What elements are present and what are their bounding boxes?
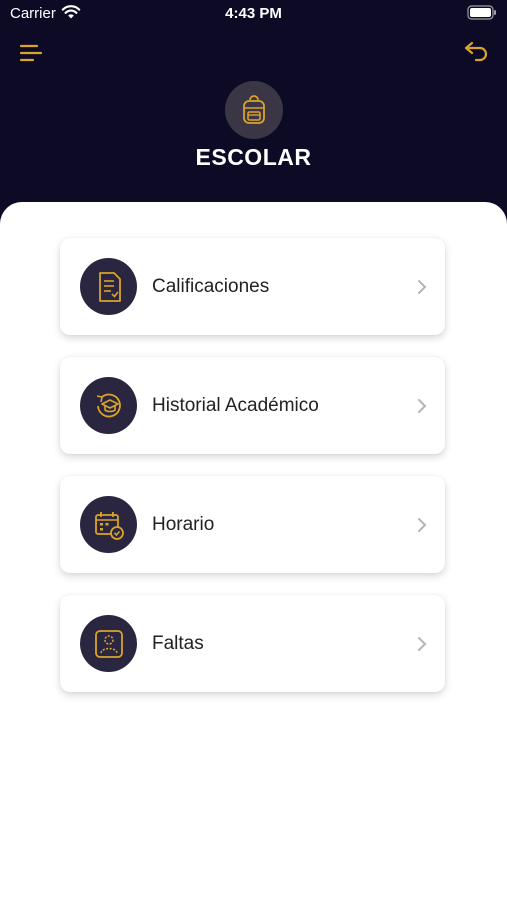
chevron-right-icon bbox=[418, 399, 427, 413]
menu-item-icon-circle bbox=[80, 258, 137, 315]
graduation-history-icon bbox=[96, 393, 121, 417]
page-title: ESCOLAR bbox=[195, 144, 312, 170]
person-absence-icon bbox=[94, 629, 123, 658]
backpack-icon bbox=[243, 95, 265, 124]
menu-item-icon-circle bbox=[80, 496, 137, 553]
menu-item-horario[interactable]: Horario bbox=[60, 476, 445, 573]
status-time: 4:43 PM bbox=[225, 5, 282, 22]
section-avatar bbox=[225, 81, 283, 139]
menu-item-calificaciones[interactable]: Calificaciones bbox=[60, 238, 445, 335]
menu-item-label: Calificaciones bbox=[152, 276, 270, 297]
calendar-check-icon bbox=[94, 511, 124, 540]
undo-arrow-icon[interactable] bbox=[461, 40, 489, 64]
menu-lines-icon[interactable] bbox=[18, 42, 44, 64]
menu-item-icon-circle bbox=[80, 615, 137, 672]
grades-document-icon bbox=[98, 271, 121, 302]
chevron-right-icon bbox=[418, 280, 427, 294]
menu-item-faltas[interactable]: Faltas bbox=[60, 595, 445, 692]
battery-icon bbox=[467, 5, 496, 20]
app-header: Carrier 4:43 PM ESCOLAR bbox=[0, 0, 507, 230]
chevron-right-icon bbox=[418, 518, 427, 532]
menu-item-historial-academico[interactable]: Historial Académico bbox=[60, 357, 445, 454]
menu-item-label: Faltas bbox=[152, 633, 204, 654]
menu-item-label: Historial Académico bbox=[152, 395, 319, 416]
chevron-right-icon bbox=[418, 637, 427, 651]
menu-item-icon-circle bbox=[80, 377, 137, 434]
status-bar: Carrier 4:43 PM bbox=[0, 0, 507, 28]
menu-item-label: Horario bbox=[152, 514, 215, 535]
content-panel: Calificaciones Historial Académico Horar… bbox=[0, 202, 507, 900]
